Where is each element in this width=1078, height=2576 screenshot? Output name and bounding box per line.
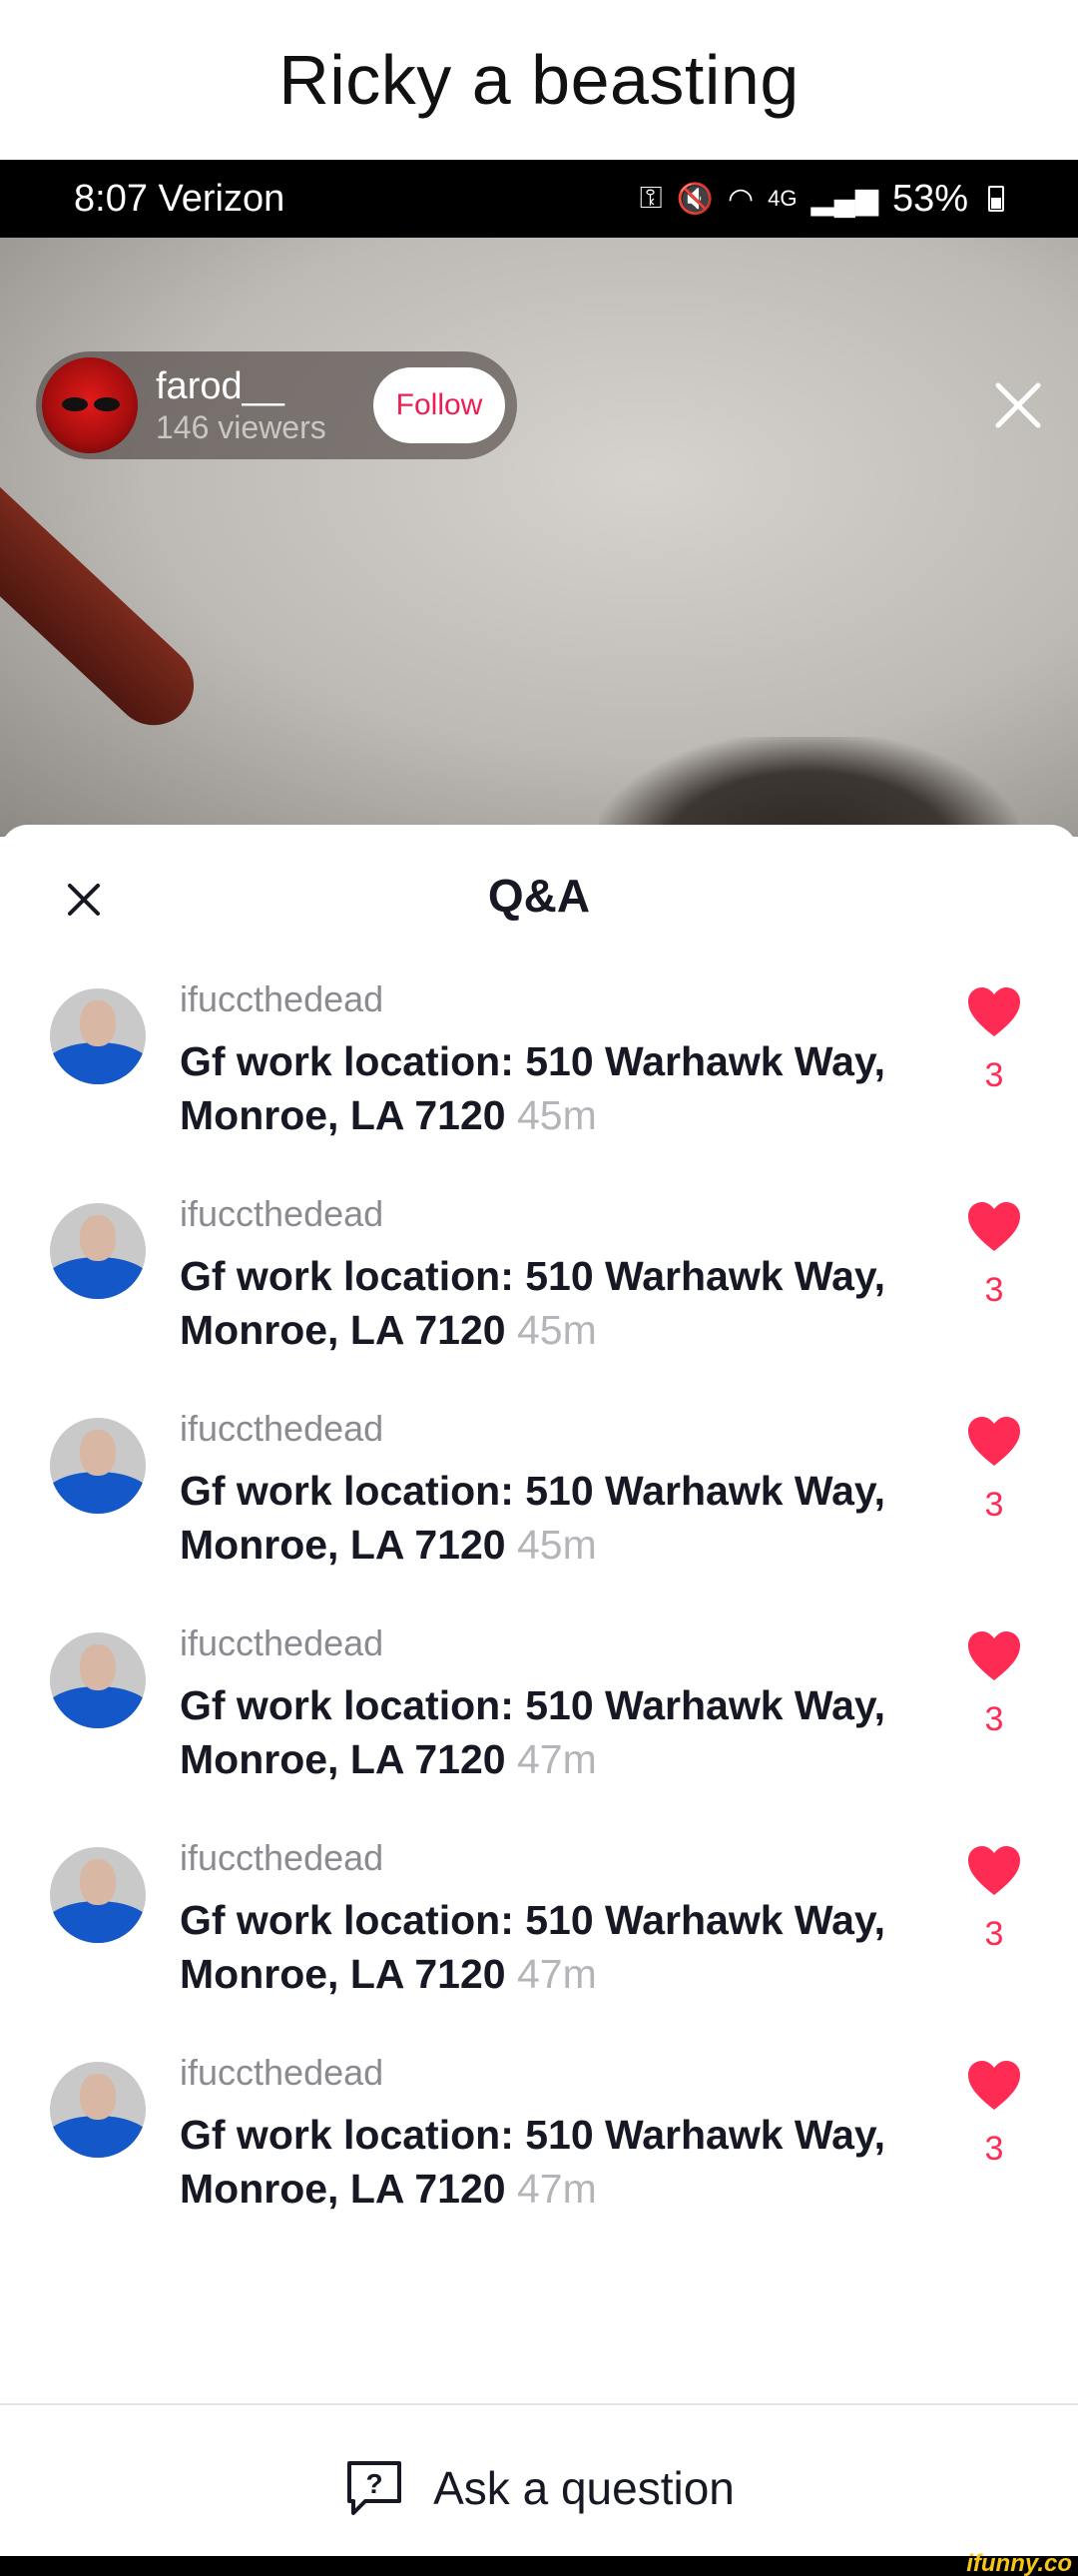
meme-caption: Ricky a beasting [0, 0, 1078, 160]
qa-title: Q&A [487, 870, 591, 922]
qa-item[interactable]: ifuccthedead Gf work location: 510 Warha… [0, 1833, 1078, 2048]
qa-username[interactable]: ifuccthedead [180, 2052, 383, 2094]
like-count: 3 [984, 1915, 1004, 1953]
host-avatar[interactable] [42, 357, 138, 453]
like-count: 3 [984, 1486, 1004, 1524]
qa-header: Q&A [0, 825, 1078, 974]
like-count: 3 [984, 1056, 1004, 1094]
qa-timestamp: 47m [516, 2166, 597, 2212]
live-video[interactable]: farod__ 146 viewers Follow [0, 238, 1078, 837]
qa-username[interactable]: ifuccthedead [180, 1193, 383, 1235]
signal-icon: ▂▄▆ [810, 182, 878, 216]
ask-question-button[interactable]: ? Ask a question [0, 2446, 1078, 2530]
qa-username[interactable]: ifuccthedead [180, 1837, 383, 1879]
qa-timestamp: 47m [516, 1736, 597, 1782]
qa-timestamp: 47m [516, 1951, 597, 1997]
qa-timestamp: 45m [516, 1092, 597, 1138]
qa-question: Gf work location: 510 Warhawk Way, Monro… [180, 1893, 938, 2001]
qa-question: Gf work location: 510 Warhawk Way, Monro… [180, 2108, 938, 2216]
like-count: 3 [984, 2130, 1004, 2168]
heart-icon[interactable] [966, 1845, 1022, 1897]
qa-question: Gf work location: 510 Warhawk Way, Monro… [180, 1249, 938, 1357]
qa-item[interactable]: ifuccthedead Gf work location: 510 Warha… [0, 1404, 1078, 1618]
video-shadow [599, 737, 1018, 837]
divider [0, 2403, 1078, 2405]
svg-text:?: ? [366, 2468, 383, 2499]
question-bubble-icon: ? [347, 2461, 402, 2515]
host-name[interactable]: farod__ [156, 364, 326, 408]
avatar[interactable] [50, 988, 146, 1084]
avatar[interactable] [50, 1632, 146, 1728]
ask-question-label[interactable]: Ask a question [433, 2461, 735, 2515]
close-icon[interactable] [988, 375, 1048, 435]
follow-button[interactable]: Follow [373, 367, 505, 443]
avatar[interactable] [50, 1418, 146, 1514]
heart-icon[interactable] [966, 1416, 1022, 1468]
viewer-count: 146 viewers [156, 409, 326, 445]
like-count: 3 [984, 1700, 1004, 1738]
heart-icon[interactable] [966, 986, 1022, 1038]
watermark-bar: ifunny.co [0, 2550, 1078, 2576]
host-info-pill[interactable]: farod__ 146 viewers Follow [36, 351, 517, 459]
status-time-carrier: 8:07 Verizon [74, 177, 285, 220]
watermark-text: ifunny.co [966, 2550, 1072, 2576]
qa-username[interactable]: ifuccthedead [180, 1408, 383, 1450]
avatar[interactable] [50, 1203, 146, 1299]
vpn-key-icon: ⚿ [639, 182, 663, 215]
battery-icon [988, 186, 1004, 212]
like-count: 3 [984, 1271, 1004, 1309]
qa-item[interactable]: ifuccthedead Gf work location: 510 Warha… [0, 974, 1078, 1189]
qa-question: Gf work location: 510 Warhawk Way, Monro… [180, 1034, 938, 1142]
network-type: 4G [768, 186, 798, 211]
qa-list: ifuccthedead Gf work location: 510 Warha… [0, 974, 1078, 2262]
wifi-icon: ◠ [727, 182, 755, 216]
status-bar: 8:07 Verizon ⚿ 🔇 ◠ 4G ▂▄▆ 53% [0, 160, 1078, 238]
phone-screen: 8:07 Verizon ⚿ 🔇 ◠ 4G ▂▄▆ 53% farod__ 14… [0, 160, 1078, 2556]
heart-icon[interactable] [966, 2060, 1022, 2112]
heart-icon[interactable] [966, 1630, 1022, 1682]
qa-question: Gf work location: 510 Warhawk Way, Monro… [180, 1678, 938, 1786]
battery-percent: 53% [891, 177, 968, 220]
qa-item[interactable]: ifuccthedead Gf work location: 510 Warha… [0, 2048, 1078, 2262]
qa-item[interactable]: ifuccthedead Gf work location: 510 Warha… [0, 1618, 1078, 1833]
video-object [0, 437, 211, 742]
qa-username[interactable]: ifuccthedead [180, 1622, 383, 1664]
mute-icon: 🔇 [676, 182, 714, 216]
qa-sheet: Q&A ifuccthedead Gf work location: 510 W… [0, 825, 1078, 2556]
avatar[interactable] [50, 2062, 146, 2158]
qa-username[interactable]: ifuccthedead [180, 978, 383, 1020]
qa-item[interactable]: ifuccthedead Gf work location: 510 Warha… [0, 1189, 1078, 1404]
qa-timestamp: 45m [516, 1307, 597, 1353]
avatar[interactable] [50, 1847, 146, 1943]
heart-icon[interactable] [966, 1201, 1022, 1253]
qa-timestamp: 45m [516, 1522, 597, 1568]
qa-question: Gf work location: 510 Warhawk Way, Monro… [180, 1464, 938, 1572]
